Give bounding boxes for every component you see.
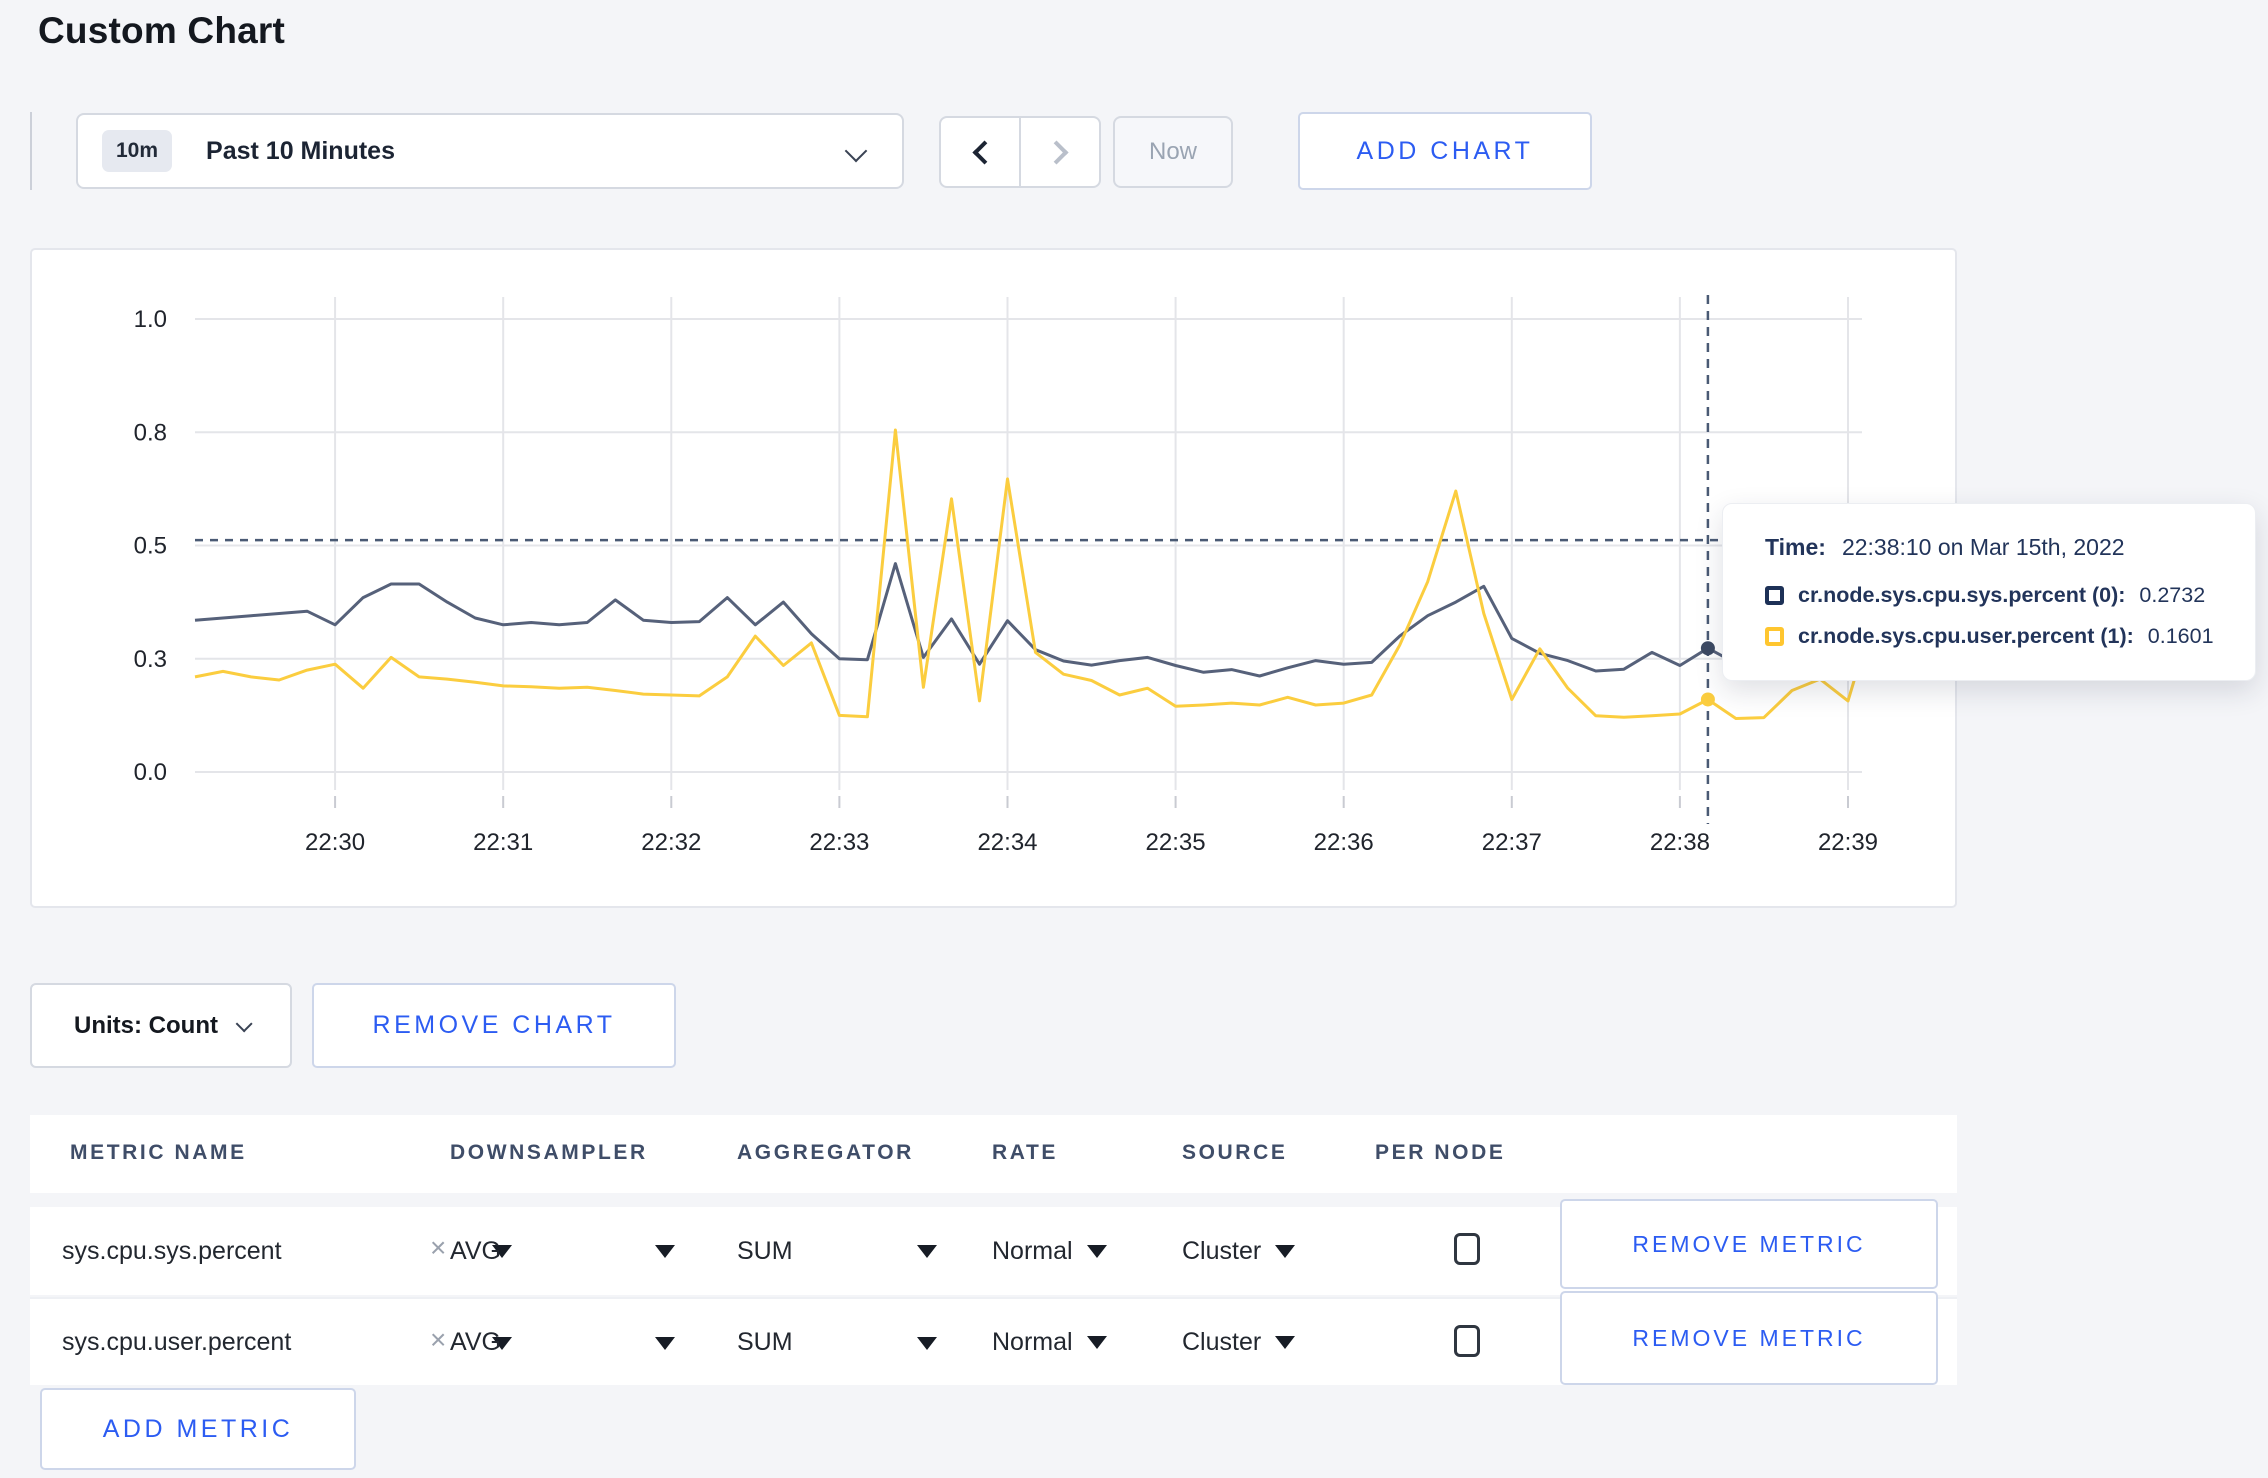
y-axis-label: 0.5 [134,533,167,560]
col-header-per-node: PER NODE [1375,1141,1506,1164]
tooltip-series-row: cr.node.sys.cpu.user.percent (1): 0.1601 [1765,624,2255,649]
chevron-right-icon [1043,139,1069,165]
source-select[interactable]: Cluster [1182,1299,1296,1385]
x-axis-label: 22:38 [1650,829,1710,856]
y-axis-label: 0.0 [134,759,167,786]
time-range-label: Past 10 Minutes [206,136,395,165]
chevron-left-icon [971,139,997,165]
per-node-checkbox[interactable] [1454,1233,1480,1265]
tooltip-time-value: 22:38:10 on Mar 15th, 2022 [1841,534,2125,560]
remove-metric-button[interactable]: REMOVE METRIC [1560,1199,1938,1289]
col-header-aggregator: AGGREGATOR [737,1141,914,1164]
tooltip-time-row: Time: 22:38:10 on Mar 15th, 2022 [1765,534,2255,561]
aggregator-caret-icon[interactable] [917,1337,937,1350]
tooltip-series-value: 0.1601 [2147,624,2214,648]
chevron-down-icon [844,139,868,163]
rate-select[interactable]: Normal [992,1207,1107,1295]
tooltip-series-row: cr.node.sys.cpu.sys.percent (0): 0.2732 [1765,583,2255,608]
units-dropdown[interactable]: Units: Count [30,983,292,1068]
downsampler-select[interactable]: AVG [450,1207,501,1295]
time-range-dropdown[interactable]: 10m Past 10 Minutes [76,113,904,189]
rate-caret-icon [1086,1335,1107,1349]
yellow-square-icon [1765,627,1784,646]
col-header-metric-name: METRIC NAME [70,1141,247,1164]
navy-square-icon [1765,586,1784,605]
tooltip-time-label: Time: [1765,534,1826,560]
toolbar-left-divider [30,112,32,190]
tooltip-series-label: cr.node.sys.cpu.user.percent (1): [1798,624,2134,648]
x-axis-label: 22:36 [1314,829,1374,856]
rate-value: Normal [992,1327,1073,1356]
crosshair-dot-user [1700,692,1715,707]
metric-name-value[interactable]: sys.cpu.user.percent [62,1299,291,1385]
downsampler-caret-icon[interactable] [655,1245,675,1258]
x-axis-label: 22:35 [1146,829,1206,856]
chart-card: 0.0 0.3 0.5 0.8 1.0 22:30 22:31 22:32 22:33 22:34… [30,248,1957,908]
metrics-table-header: METRIC NAME DOWNSAMPLER AGGREGATOR RATE … [30,1115,1957,1193]
y-axis-label: 0.8 [134,419,167,446]
now-button[interactable]: Now [1113,116,1233,188]
x-axis-label: 22:31 [473,829,533,856]
rate-caret-icon [1086,1244,1107,1258]
next-range-button[interactable] [1019,118,1099,186]
crosshair-dot-sys [1700,641,1715,656]
source-value: Cluster [1182,1236,1262,1265]
clear-metric-icon[interactable]: × [430,1234,446,1262]
tooltip-series-label: cr.node.sys.cpu.sys.percent (0): [1798,583,2126,607]
prev-range-button[interactable] [941,118,1019,186]
x-axis-label: 22:33 [809,829,869,856]
units-label: Units: Count [74,1011,218,1039]
chart-hover-tooltip: Time: 22:38:10 on Mar 15th, 2022 cr.node.… [1722,503,2256,681]
col-header-source: SOURCE [1182,1141,1288,1164]
add-chart-button[interactable]: ADD CHART [1298,112,1592,190]
aggregator-select[interactable]: SUM [737,1207,793,1295]
x-axis-label: 22:34 [977,829,1037,856]
clear-metric-icon[interactable]: × [430,1326,446,1354]
downsampler-select[interactable]: AVG [450,1299,501,1385]
rate-value: Normal [992,1236,1073,1265]
custom-chart-plot[interactable]: 0.0 0.3 0.5 0.8 1.0 22:30 22:31 22:32 22:33 22:34… [32,250,1959,910]
x-axis-label: 22:32 [641,829,701,856]
y-axis-label: 0.3 [134,646,167,673]
aggregator-caret-icon[interactable] [917,1245,937,1258]
page-title: Custom Chart [38,10,286,51]
chevron-down-icon [235,1014,253,1032]
x-axis-label: 22:37 [1482,829,1542,856]
tooltip-series-value: 0.2732 [2139,583,2206,607]
time-range-badge: 10m [102,130,173,172]
aggregator-select[interactable]: SUM [737,1299,793,1385]
series-line-user-percent [194,428,1864,720]
rate-select[interactable]: Normal [992,1299,1107,1385]
downsampler-caret-icon[interactable] [655,1337,675,1350]
source-caret-icon [1275,1244,1296,1258]
remove-chart-button[interactable]: REMOVE CHART [312,983,676,1068]
col-header-rate: RATE [992,1141,1059,1164]
source-value: Cluster [1182,1327,1262,1356]
per-node-checkbox[interactable] [1454,1325,1480,1357]
y-axis-label: 1.0 [134,306,167,333]
col-header-downsampler: DOWNSAMPLER [450,1141,648,1164]
x-axis-label: 22:30 [305,829,365,856]
source-select[interactable]: Cluster [1182,1207,1296,1295]
metric-name-value[interactable]: sys.cpu.sys.percent [62,1207,282,1295]
add-metric-button[interactable]: ADD METRIC [40,1388,356,1470]
x-axis-label: 22:39 [1818,829,1878,856]
time-nav-group [939,116,1101,188]
source-caret-icon [1275,1335,1296,1349]
remove-metric-button[interactable]: REMOVE METRIC [1560,1291,1938,1385]
